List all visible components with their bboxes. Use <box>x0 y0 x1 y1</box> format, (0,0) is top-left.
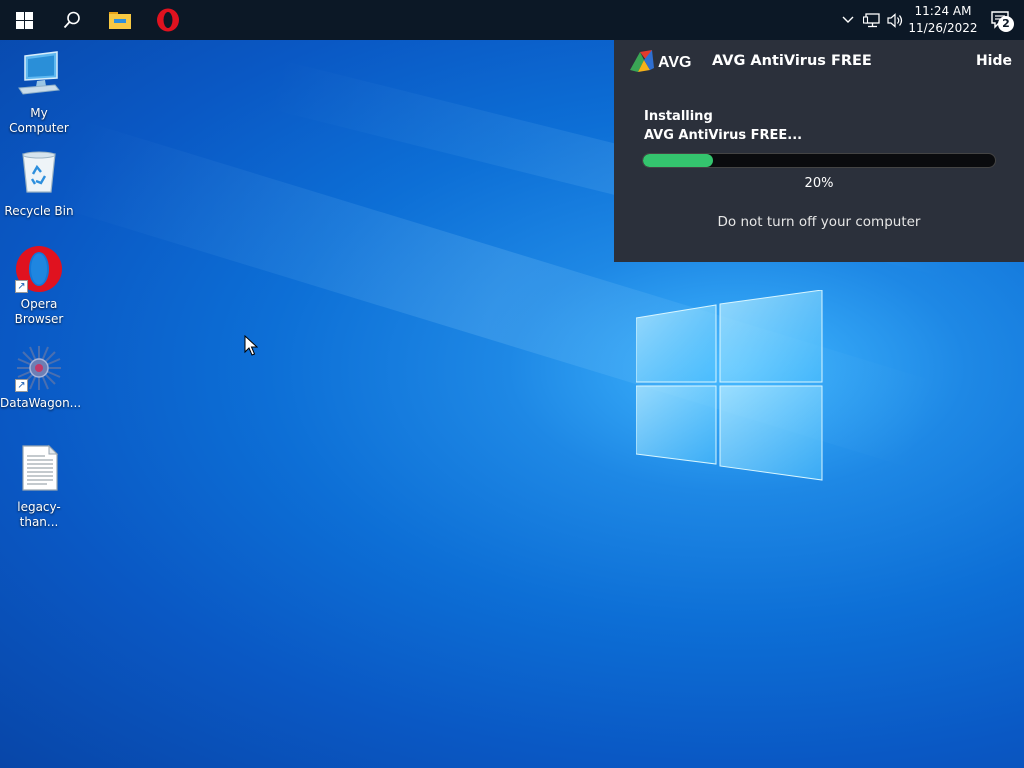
start-button[interactable] <box>0 0 48 40</box>
desktop-icon-my-computer[interactable]: My Computer <box>0 50 78 136</box>
clock-date: 11/26/2022 <box>908 21 978 35</box>
system-tray: 11:24 AM 11/26/2022 2 <box>836 0 1024 40</box>
opera-icon-wrapper: ↗ <box>15 245 63 293</box>
desktop-icon-label: Opera Browser <box>14 297 64 326</box>
opera-icon <box>157 8 179 32</box>
search-button[interactable] <box>48 0 96 40</box>
opera-taskbar-button[interactable] <box>144 0 192 40</box>
windows-start-icon <box>15 11 33 29</box>
desktop-icon-opera-browser[interactable]: ↗ Opera Browser <box>0 245 78 327</box>
recycle-bin-icon <box>22 151 56 193</box>
computer-icon <box>18 51 60 95</box>
desktop-icon-label: legacy-than... <box>17 500 61 529</box>
clock[interactable]: 11:24 AM 11/26/2022 <box>908 3 978 37</box>
taskbar: 11:24 AM 11/26/2022 2 <box>0 0 1024 40</box>
file-explorer-icon <box>109 12 131 29</box>
avg-warning-note: Do not turn off your computer <box>717 214 921 230</box>
avg-progress-fill <box>643 154 714 167</box>
volume-button[interactable] <box>884 0 908 40</box>
avg-hide-button[interactable]: Hide <box>976 53 1012 69</box>
action-center-button[interactable]: 2 <box>978 0 1024 40</box>
avg-logo-text: AVG <box>658 54 691 71</box>
avg-window-header: AVG AVG AntiVirus FREE Hide <box>614 40 1024 82</box>
desktop-icon-legacy-file[interactable]: legacy-than... <box>0 444 78 530</box>
avg-logo: AVG <box>630 50 691 72</box>
datawagon-icon-wrapper: ↗ <box>15 344 63 392</box>
desktop-icon-label: My Computer <box>9 106 69 135</box>
avg-install-status: Installing AVG AntiVirus FREE... <box>644 107 802 145</box>
avg-window-title: AVG AntiVirus FREE <box>712 53 872 69</box>
chevron-up-icon <box>842 16 854 23</box>
text-document-icon <box>22 444 59 491</box>
desktop-icon-label: DataWagon... <box>0 396 82 410</box>
search-icon <box>63 11 80 29</box>
shortcut-arrow-icon: ↗ <box>15 379 28 392</box>
avg-progress-percent: 20% <box>804 176 834 191</box>
clock-time: 11:24 AM <box>914 4 972 18</box>
desktop-icon-recycle-bin[interactable]: Recycle Bin <box>0 148 78 219</box>
notification-count-badge: 2 <box>998 16 1014 32</box>
shortcut-arrow-icon: ↗ <box>15 280 28 293</box>
speaker-icon <box>887 12 903 28</box>
desktop-icon-datawagon[interactable]: ↗ DataWagon... <box>0 344 82 411</box>
network-button[interactable] <box>860 0 884 40</box>
desktop-icon-label: Recycle Bin <box>4 204 74 218</box>
mouse-cursor-icon <box>244 335 258 356</box>
network-icon <box>863 12 880 27</box>
avg-status-line1: Installing <box>644 109 713 124</box>
tray-overflow-button[interactable] <box>836 0 860 40</box>
windows-wallpaper-logo <box>636 290 823 481</box>
avg-install-window: AVG AVG AntiVirus FREE Hide Installing A… <box>614 40 1024 262</box>
avg-status-line2: AVG AntiVirus FREE... <box>644 128 803 143</box>
avg-progress-bar <box>642 153 996 168</box>
file-explorer-button[interactable] <box>96 0 144 40</box>
